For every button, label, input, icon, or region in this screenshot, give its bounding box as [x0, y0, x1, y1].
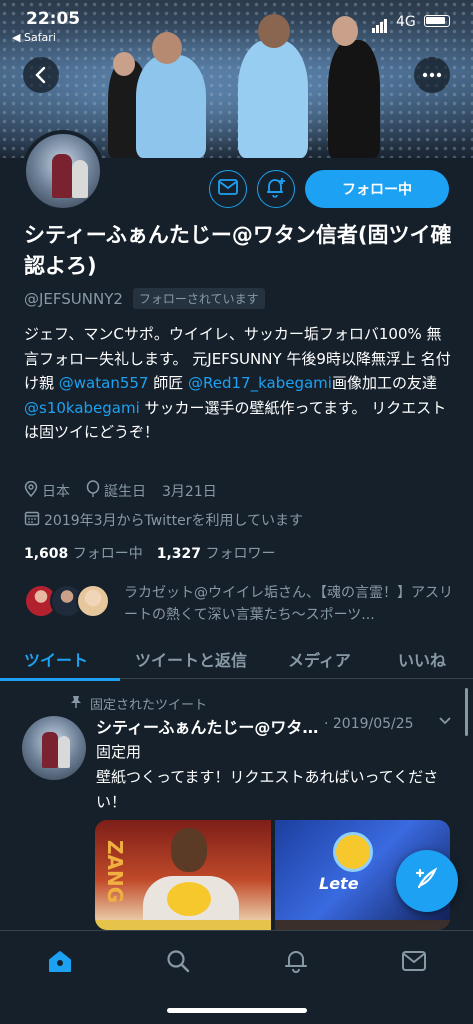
avatar-figure: [42, 732, 58, 768]
avatar-figure: [58, 736, 70, 768]
notify-button[interactable]: [257, 170, 295, 208]
mail-icon: [218, 179, 238, 199]
image-text: ZANG: [103, 840, 127, 904]
profile-handle: @JEFSUNNY2: [24, 289, 123, 308]
back-to-safari[interactable]: ◀ Safari: [12, 31, 56, 44]
profile-avatar[interactable]: [22, 130, 104, 212]
compose-button[interactable]: [396, 850, 458, 912]
following-link[interactable]: 1,608 フォロー中: [24, 543, 143, 563]
followers-link[interactable]: 1,327 フォロワー: [157, 543, 276, 563]
pinned-text: 固定されたツイート: [90, 698, 208, 713]
profile-bio: ジェフ、マンCサポ。ウイイレ、サッカー垢フォロバ100% 無言フォロー失礼します…: [24, 322, 454, 445]
bio-mention-link[interactable]: @Red17_kabegami: [188, 374, 332, 392]
tweet-avatar[interactable]: [22, 716, 86, 780]
tab-tweets-and-replies[interactable]: ツイートと返信: [135, 647, 247, 671]
bio-mention-link[interactable]: @watan557: [59, 374, 149, 392]
halo-emoji-icon: [333, 832, 373, 872]
balloon-icon: [86, 480, 100, 502]
profile-display-name: シティーふぁんたじー@ワタン信者(固ツイ確認よろ): [24, 223, 452, 278]
banner-figure: [136, 55, 206, 158]
avatar-figure: [52, 154, 72, 198]
bio-text: 師匠: [148, 374, 188, 392]
bio-mention-link[interactable]: @s10kabegami: [24, 399, 140, 417]
scrollbar[interactable]: [465, 688, 468, 736]
pin-icon: [70, 695, 82, 713]
banner-figure: [238, 40, 308, 158]
tweet-image[interactable]: [275, 920, 450, 930]
search-icon[interactable]: [164, 947, 192, 975]
followed-by-text: ラカゼット@ウイイレ垢さん、【魂の言霊！】アスリートの熱くて深い言葉たち〜スポー…: [124, 585, 453, 623]
profile-location: 日本: [42, 484, 70, 500]
compose-icon: [413, 865, 441, 897]
status-bar: 22:05 ◀ Safari 4G: [0, 0, 473, 46]
handle-row: @JEFSUNNY2 フォローされています: [24, 288, 265, 309]
signal-icon: [372, 14, 388, 33]
message-button[interactable]: [209, 170, 247, 208]
tweet-line: 壁紙つくってます！リクエストあればいってください！: [96, 768, 439, 811]
bell-plus-icon: [265, 176, 287, 202]
tab-likes[interactable]: いいね: [398, 647, 446, 671]
sunglasses-emoji-icon: [167, 882, 211, 916]
birthday-label: 誕生日: [104, 484, 146, 500]
following-button[interactable]: フォロー中: [305, 170, 449, 208]
location-pin-icon: [24, 480, 38, 501]
profile-meta: 日本 誕生日 3月21日: [24, 480, 217, 502]
followers-count: 1,327: [156, 546, 202, 562]
avatar-figure: [72, 160, 88, 198]
battery-icon: [424, 15, 450, 27]
home-indicator[interactable]: [167, 1008, 307, 1013]
active-tab-indicator: [0, 678, 120, 681]
bell-icon[interactable]: [282, 947, 310, 975]
image-figure: [171, 828, 207, 872]
followed-by-avatars: [24, 584, 114, 624]
profile-joined: 2019年3月からTwitterを利用しています: [24, 510, 303, 530]
avatar: [76, 584, 110, 618]
tweet-line: 固定用: [96, 743, 142, 761]
banner-figure-head: [113, 52, 135, 76]
tweet-body: 固定用 壁紙つくってます！リクエストあればいってください！: [96, 740, 451, 815]
tweet-author[interactable]: シティーふぁんたじー@ワタン信者(固ツイ確認よろ): [96, 714, 320, 738]
follows-you-badge: フォローされています: [132, 288, 265, 309]
tweet-image[interactable]: [95, 920, 271, 930]
tweet-date[interactable]: · 2019/05/25: [324, 716, 414, 732]
following-label: フォロー中: [72, 546, 143, 562]
profile-stats: 1,608 フォロー中 1,327 フォロワー: [24, 543, 276, 563]
status-time: 22:05: [26, 9, 81, 29]
back-arrow-icon[interactable]: [23, 57, 59, 93]
tab-tweets[interactable]: ツイート: [24, 647, 88, 671]
mail-icon[interactable]: [400, 947, 428, 975]
network-type: 4G: [396, 14, 416, 30]
profile-tabs: ツイート ツイートと返信 メディア いいね: [0, 637, 473, 679]
tab-media[interactable]: メディア: [288, 647, 351, 671]
tweet-image[interactable]: ZANG: [95, 820, 271, 920]
home-icon[interactable]: [46, 947, 74, 975]
more-icon[interactable]: [414, 57, 450, 93]
pinned-label: 固定されたツイート: [70, 694, 207, 713]
calendar-icon: [24, 510, 40, 530]
chevron-down-icon[interactable]: [438, 714, 452, 730]
followers-label: フォロワー: [205, 546, 276, 562]
image-text: Lete: [319, 874, 359, 893]
banner-figure: [328, 40, 380, 158]
following-count: 1,608: [24, 546, 69, 562]
bio-text: 画像加工の友達: [331, 374, 437, 392]
profile-birthday: 3月21日: [162, 484, 217, 500]
joined-text: 2019年3月からTwitterを利用しています: [44, 513, 304, 529]
